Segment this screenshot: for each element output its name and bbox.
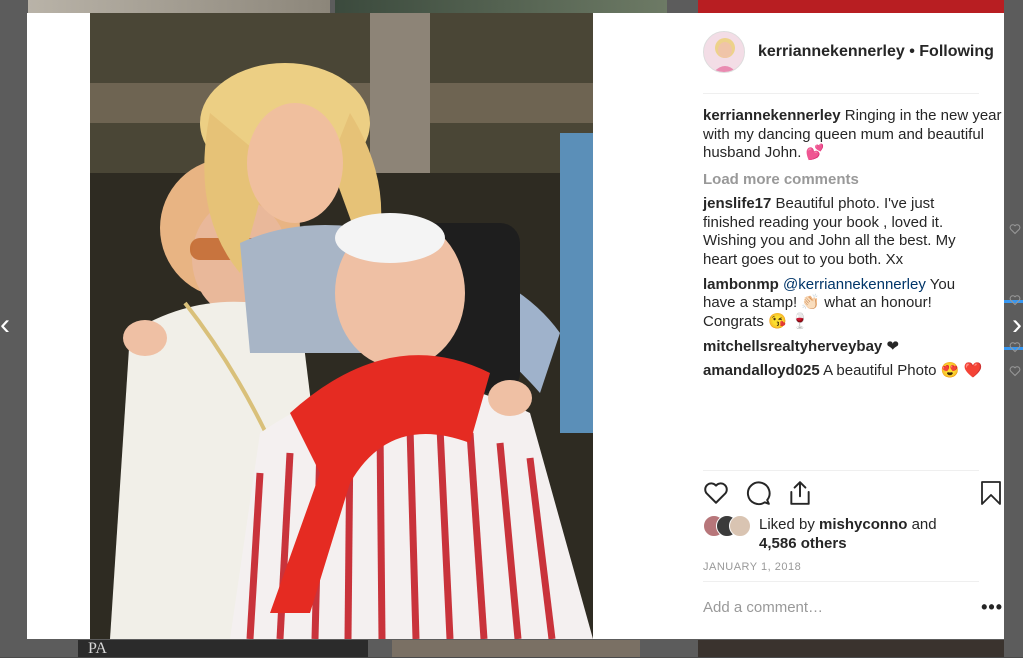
comment-input[interactable]: [703, 595, 963, 620]
comment-like-heart-icon[interactable]: [1009, 223, 1021, 235]
comment-username[interactable]: lambonmp: [703, 276, 779, 293]
chevron-right-icon[interactable]: ›: [1012, 310, 1022, 340]
comment-item: lambonmp @kerriannekennerley You have a …: [703, 276, 1021, 332]
comment-mention[interactable]: @kerriannekennerley: [783, 276, 926, 293]
comment-like-heart-icon[interactable]: [1009, 365, 1021, 377]
comment-bubble-icon[interactable]: [745, 480, 771, 506]
avatar[interactable]: [703, 31, 745, 73]
post-modal: kerriannekennerley • Following kerrianne…: [27, 13, 1021, 639]
comment-username[interactable]: mitchellsrealtyherveybay: [703, 338, 882, 355]
background-post-tile: [28, 0, 330, 13]
photo-area: [27, 13, 679, 639]
post-date[interactable]: JANUARY 1, 2018: [703, 561, 801, 573]
divider: [703, 581, 979, 582]
post-actions: [703, 480, 1003, 510]
author-username[interactable]: kerriannekennerley: [758, 43, 905, 60]
background-post-tile: [335, 0, 667, 13]
comment-text: ❤: [886, 337, 900, 355]
liked-by-text: Liked by mishyconno and 4,586 others: [759, 515, 999, 553]
background-post-tile: [698, 640, 1004, 657]
bookmark-icon[interactable]: [979, 480, 1003, 506]
comment-username[interactable]: jenslife17: [703, 195, 771, 212]
separator-dot: •: [909, 43, 915, 60]
comment-item: mitchellsrealtyherveybay ❤: [703, 337, 1021, 357]
post-sidebar: kerriannekennerley • Following kerrianne…: [679, 13, 1021, 639]
post-header-title: kerriannekennerley • Following: [758, 43, 994, 61]
comment-like-heart-icon[interactable]: [1009, 294, 1021, 306]
liked-by-username[interactable]: mishyconno: [819, 516, 907, 533]
background-tile-text: PA: [88, 640, 107, 657]
caption: kerriannekennerley Ringing in the new ye…: [703, 107, 1003, 163]
chevron-left-icon[interactable]: ‹: [0, 310, 10, 340]
comment-item: jenslife17 Beautiful photo. I've just fi…: [703, 195, 1021, 270]
follow-button[interactable]: Following: [919, 43, 994, 60]
liked-by-and: and: [911, 516, 937, 533]
share-icon[interactable]: [787, 480, 813, 506]
load-more-comments-button[interactable]: Load more comments: [703, 171, 1003, 190]
caption-username[interactable]: kerriannekennerley: [703, 107, 841, 124]
comments-section: kerriannekennerley Ringing in the new ye…: [703, 107, 1021, 387]
divider: [703, 470, 979, 471]
heart-icon[interactable]: [703, 480, 729, 506]
avatar: [729, 515, 751, 537]
comment-item: amandalloyd025 A beautiful Photo 😍 ❤️: [703, 362, 1021, 381]
background-post-tile: [698, 0, 1004, 13]
liked-by-avatars: [703, 515, 757, 537]
more-options-icon[interactable]: •••: [981, 597, 1003, 618]
post-photo[interactable]: [90, 13, 593, 639]
comment-like-heart-icon[interactable]: [1009, 341, 1021, 353]
comment-username[interactable]: amandalloyd025: [703, 362, 820, 379]
background-post-tile: PA: [78, 640, 368, 657]
liked-by-prefix: Liked by: [759, 516, 815, 533]
comment-text: A beautiful Photo 😍 ❤️: [823, 362, 983, 380]
background-post-tile: [392, 640, 640, 657]
add-comment-bar: •••: [703, 593, 1003, 625]
liked-by-others-link[interactable]: 4,586 others: [759, 535, 847, 552]
divider: [703, 93, 979, 94]
